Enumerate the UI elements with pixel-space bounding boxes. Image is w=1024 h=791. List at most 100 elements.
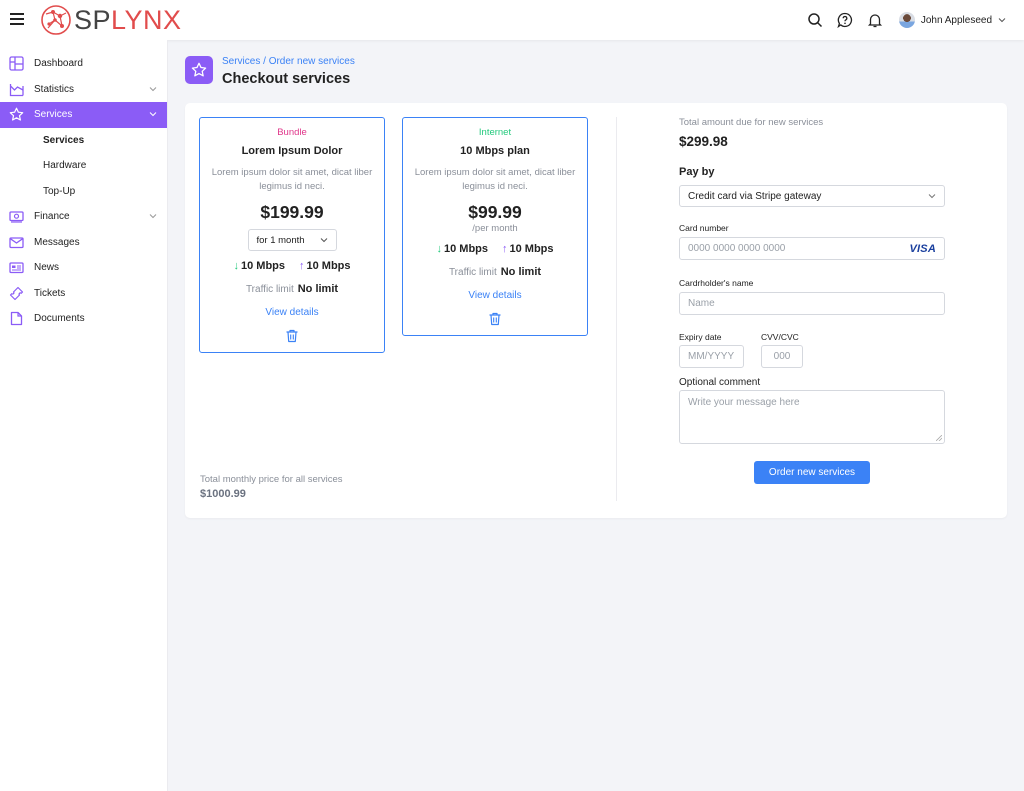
card-name: 10 Mbps plan — [460, 145, 530, 157]
visa-icon: VISA — [909, 242, 936, 255]
comment-textarea[interactable]: Write your message here — [679, 390, 945, 444]
sidebar-item-news[interactable]: News — [0, 255, 167, 281]
dashboard-icon — [9, 56, 24, 71]
upload-value: 10 Mbps — [306, 260, 351, 272]
download-speed: ↓ 10 Mbps — [233, 260, 285, 272]
sidebar-item-label: News — [34, 262, 60, 274]
card-price: $199.99 — [260, 202, 324, 222]
sidebar-item-services[interactable]: Services — [0, 102, 167, 128]
expiry-placeholder: MM/YYYY — [688, 351, 735, 362]
service-card-internet: Internet 10 Mbps plan Lorem ipsum dolor … — [402, 117, 588, 336]
comment-label: Optional comment — [679, 377, 761, 388]
breadcrumb: Services / Order new services — [222, 56, 355, 67]
news-icon — [9, 262, 24, 274]
cvv-field: CVV/CVC 000 — [761, 332, 803, 368]
sidebar-item-tickets[interactable]: Tickets — [0, 281, 167, 307]
ticket-icon — [9, 286, 24, 300]
payment-form: Total amount due for new services $299.9… — [679, 117, 945, 484]
breadcrumb-services[interactable]: Services — [222, 56, 260, 67]
traffic-label: Traffic limit — [448, 267, 497, 278]
traffic-label: Traffic limit — [245, 284, 294, 295]
logo-globe-icon — [41, 5, 71, 35]
upload-speed: ↑ 10 Mbps — [299, 260, 351, 272]
sidebar-subitem-hardware[interactable]: Hardware — [0, 153, 167, 179]
card-number-label: Card number — [679, 223, 729, 233]
sidebar-item-documents[interactable]: Documents — [0, 306, 167, 332]
column-divider — [616, 117, 617, 501]
card-speeds: ↓ 10 Mbps ↑ 10 Mbps — [200, 260, 384, 272]
download-value: 10 Mbps — [443, 243, 488, 255]
period-select[interactable]: for 1 month — [247, 229, 337, 251]
service-card-bundle: Bundle Lorem Ipsum Dolor Lorem ipsum dol… — [199, 117, 385, 353]
view-details-link[interactable]: View details — [468, 290, 521, 301]
card-category: Internet — [478, 127, 512, 138]
chevron-down-icon — [998, 18, 1006, 23]
arrow-up-icon: ↑ — [502, 243, 508, 255]
breadcrumb-separator: / — [260, 56, 269, 67]
breadcrumb-order-new-services[interactable]: Order new services — [269, 56, 355, 67]
cardholder-name-input[interactable]: Name — [679, 292, 945, 315]
bell-icon[interactable] — [867, 12, 883, 28]
arrow-down-icon: ↓ — [436, 243, 442, 255]
trash-icon[interactable] — [285, 329, 299, 343]
sidebar-item-messages[interactable]: Messages — [0, 230, 167, 256]
sidebar-subitem-label: Hardware — [43, 160, 87, 172]
search-icon[interactable] — [807, 12, 823, 28]
sidebar-item-label: Messages — [34, 236, 80, 248]
traffic-value: No limit — [500, 266, 542, 278]
chevron-down-icon — [320, 238, 327, 243]
top-bar: SPLYNX John Appleseed — [0, 0, 1024, 40]
expiry-input[interactable]: MM/YYYY — [679, 345, 744, 368]
sidebar-item-statistics[interactable]: Statistics — [0, 77, 167, 103]
sidebar-item-label: Dashboard — [34, 58, 83, 70]
splynx-logo[interactable]: SPLYNX — [40, 4, 182, 36]
star-icon — [191, 62, 207, 77]
sidebar-subitem-services[interactable]: Services — [0, 128, 167, 154]
total-monthly-label: Total monthly price for all services — [200, 474, 343, 485]
upload-speed: ↑ 10 Mbps — [502, 243, 554, 255]
expiry-field: Expiry date MM/YYYY — [679, 332, 744, 368]
period-select-value: for 1 month — [256, 234, 305, 246]
logo-suffix: LYNX — [111, 5, 182, 35]
card-description: Lorem ipsum dolor sit amet, dicat liber … — [211, 167, 373, 192]
sidebar-item-label: Documents — [34, 313, 85, 325]
sidebar-item-finance[interactable]: Finance — [0, 204, 167, 230]
card-category: Bundle — [277, 127, 307, 138]
menu-icon[interactable] — [10, 13, 24, 25]
logo-text: SPLYNX — [74, 5, 182, 35]
page-title: Checkout services — [222, 71, 351, 87]
user-menu[interactable]: John Appleseed — [898, 12, 1006, 28]
envelope-icon — [9, 236, 24, 248]
help-icon[interactable] — [837, 12, 853, 28]
card-description: Lorem ipsum dolor sit amet, dicat liber … — [414, 167, 576, 192]
sidebar-item-dashboard[interactable]: Dashboard — [0, 51, 167, 77]
cardholder-name-placeholder: Name — [688, 298, 715, 309]
cvv-input[interactable]: 000 — [761, 345, 803, 368]
order-new-services-button[interactable]: Order new services — [754, 461, 870, 484]
view-details-link[interactable]: View details — [265, 307, 318, 318]
cvv-label: CVV/CVC — [761, 332, 799, 342]
sidebar-item-label: Finance — [34, 211, 70, 223]
sidebar-subitem-top-up[interactable]: Top-Up — [0, 179, 167, 205]
user-name: John Appleseed — [920, 14, 992, 26]
payment-method-value: Credit card via Stripe gateway — [688, 190, 822, 202]
sidebar-item-label: Statistics — [34, 83, 75, 95]
card-price: $99.99 — [468, 202, 522, 222]
cardholder-name-label: Cardrholder's name — [679, 278, 754, 288]
card-number-input[interactable]: 0000 0000 0000 0000 VISA — [679, 237, 945, 260]
pay-by-label: Pay by — [679, 166, 715, 178]
chevron-down-icon — [149, 112, 157, 117]
card-speeds: ↓ 10 Mbps ↑ 10 Mbps — [403, 243, 587, 255]
total-monthly-value: $1000.99 — [200, 488, 246, 500]
resize-handle-icon[interactable] — [936, 435, 942, 441]
logo-prefix: SP — [74, 5, 112, 35]
payment-method-select[interactable]: Credit card via Stripe gateway — [679, 185, 945, 207]
amount-due-value: $299.98 — [679, 134, 728, 149]
download-value: 10 Mbps — [240, 260, 285, 272]
sidebar-subitem-label: Top-Up — [43, 185, 76, 197]
chevron-down-icon — [928, 194, 936, 199]
sidebar-item-label: Tickets — [34, 287, 66, 299]
trash-icon[interactable] — [488, 312, 502, 326]
sidebar-item-label: Services — [34, 109, 73, 121]
statistics-icon — [9, 83, 24, 96]
